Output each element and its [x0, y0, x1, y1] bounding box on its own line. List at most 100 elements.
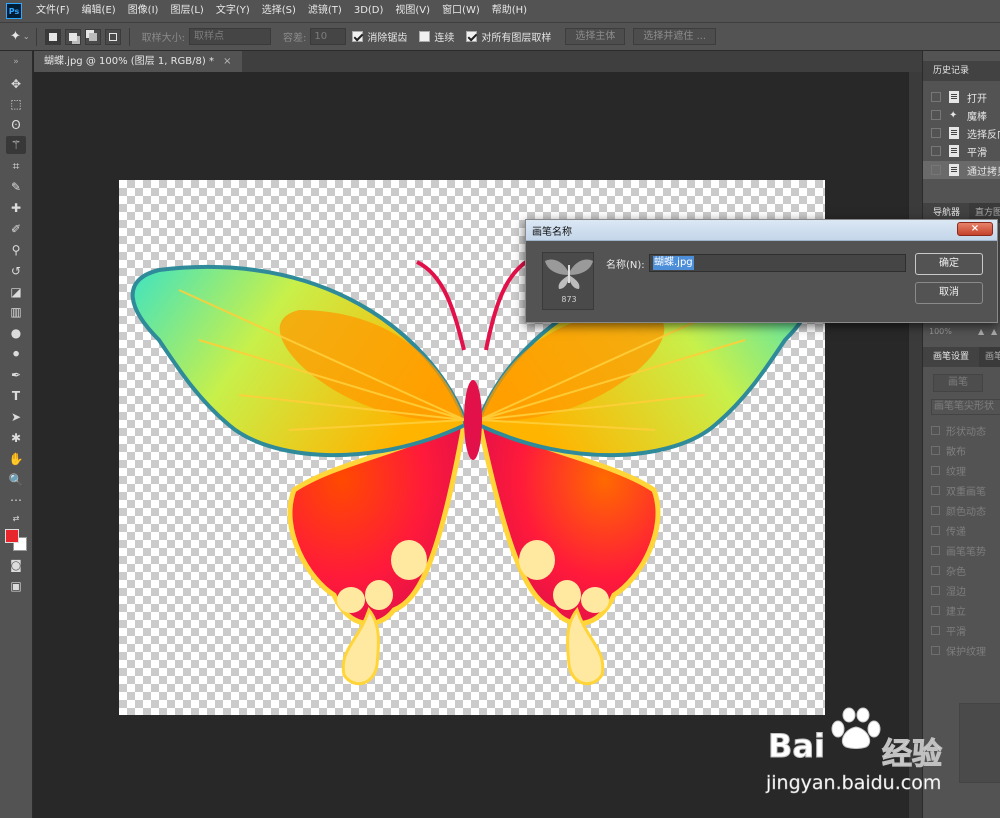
document-tab[interactable]: 蝴蝶.jpg @ 100% (图层 1, RGB/8) * ×	[34, 51, 242, 72]
brush-option[interactable]: 散布	[931, 441, 1000, 459]
history-item-label: 打开	[967, 93, 987, 105]
brush-option[interactable]: 画笔笔势	[931, 541, 1000, 559]
baidu-paw-logo	[831, 707, 881, 749]
document-icon	[949, 127, 959, 139]
tab-brush[interactable]: 画笔	[979, 347, 1000, 367]
type-tool-icon[interactable]: T	[6, 387, 26, 405]
menu-help[interactable]: 帮助(H)	[486, 0, 533, 22]
navigator-zoom-value[interactable]: 100%	[929, 327, 952, 336]
brush-option[interactable]: 纹理	[931, 461, 1000, 479]
magic-wand-icon[interactable]: ✦	[10, 29, 21, 44]
brush-option[interactable]: 传递	[931, 521, 1000, 539]
history-item[interactable]: ✦ 魔棒	[923, 106, 1000, 124]
menu-select[interactable]: 选择(S)	[256, 0, 302, 22]
brush-option[interactable]: 颜色动态	[931, 501, 1000, 519]
chevron-down-icon[interactable]: ⌄	[23, 32, 30, 41]
brush-name-input[interactable]: 蝴蝶.jpg	[649, 254, 906, 272]
screen-mode-icon[interactable]: ▣	[6, 577, 26, 595]
checkbox-icon	[931, 445, 940, 455]
brush-option[interactable]: 杂色	[931, 561, 1000, 579]
menu-window[interactable]: 窗口(W)	[436, 0, 486, 22]
sample-size-dropdown[interactable]: 取样点	[188, 28, 271, 45]
butterfly-brush-icon	[545, 259, 593, 289]
tab-brush-settings[interactable]: 画笔设置	[923, 347, 979, 367]
lasso-tool-icon[interactable]: ʘ	[6, 116, 26, 134]
history-item[interactable]: 打开	[923, 88, 1000, 106]
close-icon[interactable]: ×	[223, 56, 231, 67]
healing-brush-icon[interactable]: ✚	[6, 199, 26, 217]
select-and-mask-button[interactable]: 选择并遮住 ...	[633, 28, 717, 45]
brush-option-label: 杂色	[946, 566, 966, 578]
add-selection-button[interactable]	[64, 28, 81, 45]
baidu-jingyan-watermark: Bai 经验 jingyan.baidu.com	[738, 705, 978, 815]
magic-wand-tool-icon[interactable]: ⚚	[6, 136, 26, 154]
swap-colors-icon[interactable]: ⇄	[6, 510, 26, 528]
brush-tool-icon[interactable]: ✐	[6, 220, 26, 238]
close-button[interactable]: ×	[957, 222, 993, 236]
blur-tool-icon[interactable]: ●	[6, 324, 26, 342]
path-selection-icon[interactable]: ➤	[6, 408, 26, 426]
brush-presets-button[interactable]: 画笔	[933, 374, 983, 392]
menu-view[interactable]: 视图(V)	[389, 0, 436, 22]
brush-option[interactable]: 保护纹理	[931, 641, 1000, 659]
name-label: 名称(N):	[606, 260, 645, 271]
checkbox-icon	[931, 485, 940, 495]
menu-edit[interactable]: 编辑(E)	[76, 0, 122, 22]
zoom-out-icon[interactable]: ▲	[978, 327, 984, 336]
history-brush-icon[interactable]: ↺	[6, 262, 26, 280]
new-selection-button[interactable]	[44, 28, 61, 45]
tab-history[interactable]: 历史记录	[923, 61, 1000, 81]
brush-option[interactable]: 平滑	[931, 621, 1000, 639]
quick-mask-icon[interactable]: ◙	[6, 556, 26, 574]
brush-option[interactable]: 建立	[931, 601, 1000, 619]
tolerance-input[interactable]: 10	[310, 28, 347, 45]
dodge-tool-icon[interactable]: ⚫	[6, 345, 26, 363]
crop-tool-icon[interactable]: ⌗	[6, 157, 26, 175]
ok-button[interactable]: 确定	[915, 253, 983, 275]
brush-option-label: 双重画笔	[946, 486, 986, 498]
contiguous-checkbox[interactable]: 连续	[419, 29, 454, 44]
menu-layer[interactable]: 图层(L)	[164, 0, 209, 22]
pen-tool-icon[interactable]: ✒	[6, 366, 26, 384]
sample-all-layers-checkbox[interactable]: 对所有图层取样	[466, 29, 551, 44]
menu-3d[interactable]: 3D(D)	[348, 0, 390, 22]
history-item[interactable]: 通过拷贝的图层	[923, 161, 1000, 179]
baidu-url: jingyan.baidu.com	[766, 772, 942, 795]
history-item[interactable]: 选择反向	[923, 124, 1000, 142]
menu-type[interactable]: 文字(Y)	[210, 0, 256, 22]
right-panel-dock: 历史记录 打开 ✦魔棒 选择反向 平滑 通过拷贝的图层 导航器 直方图 100%…	[922, 51, 1000, 818]
expand-collapse-icon[interactable]: »	[6, 53, 26, 71]
menu-filter[interactable]: 滤镜(T)	[302, 0, 348, 22]
zoom-tool-icon[interactable]: 🔍	[6, 471, 26, 489]
move-tool-icon[interactable]: ✥	[6, 75, 26, 93]
hand-tool-icon[interactable]: ✋	[6, 450, 26, 468]
history-item[interactable]: 平滑	[923, 142, 1000, 160]
intersect-selection-button[interactable]	[104, 28, 121, 45]
menu-file[interactable]: 文件(F)	[30, 0, 76, 22]
tools-panel: » ✥ ⬚ ʘ ⚚ ⌗ ✎ ✚ ✐ ⚲ ↺ ◪ ▥ ● ⚫ ✒ T ➤ ✱ ✋ …	[0, 51, 33, 818]
antialias-checkbox[interactable]: 消除锯齿	[352, 29, 407, 44]
gradient-tool-icon[interactable]: ▥	[6, 303, 26, 321]
brush-option[interactable]: 湿边	[931, 581, 1000, 599]
subtract-selection-button[interactable]	[84, 28, 101, 45]
cancel-button[interactable]: 取消	[915, 282, 983, 304]
magic-wand-icon: ✦	[949, 109, 958, 121]
clone-stamp-icon[interactable]: ⚲	[6, 241, 26, 259]
zoom-in-icon[interactable]: ▲	[991, 327, 997, 336]
marquee-tool-icon[interactable]: ⬚	[6, 95, 26, 113]
select-subject-button[interactable]: 选择主体	[565, 28, 626, 45]
checkbox-icon	[931, 525, 940, 535]
more-tools-icon[interactable]: ⋯	[6, 491, 26, 509]
shape-tool-icon[interactable]: ✱	[6, 429, 26, 447]
brush-option[interactable]: 双重画笔	[931, 481, 1000, 499]
brush-option-label: 湿边	[946, 586, 966, 598]
brush-option[interactable]: 形状动态	[931, 421, 1000, 439]
brush-option-label: 平滑	[946, 626, 966, 638]
foreground-color-swatch[interactable]	[5, 529, 19, 543]
photoshop-logo: Ps	[6, 3, 22, 19]
eraser-tool-icon[interactable]: ◪	[6, 283, 26, 301]
sample-size-label: 取样大小:	[141, 33, 185, 44]
brush-tip-shape-item[interactable]: 画笔笔尖形状	[931, 399, 1000, 415]
menu-image[interactable]: 图像(I)	[122, 0, 165, 22]
eyedropper-tool-icon[interactable]: ✎	[6, 178, 26, 196]
